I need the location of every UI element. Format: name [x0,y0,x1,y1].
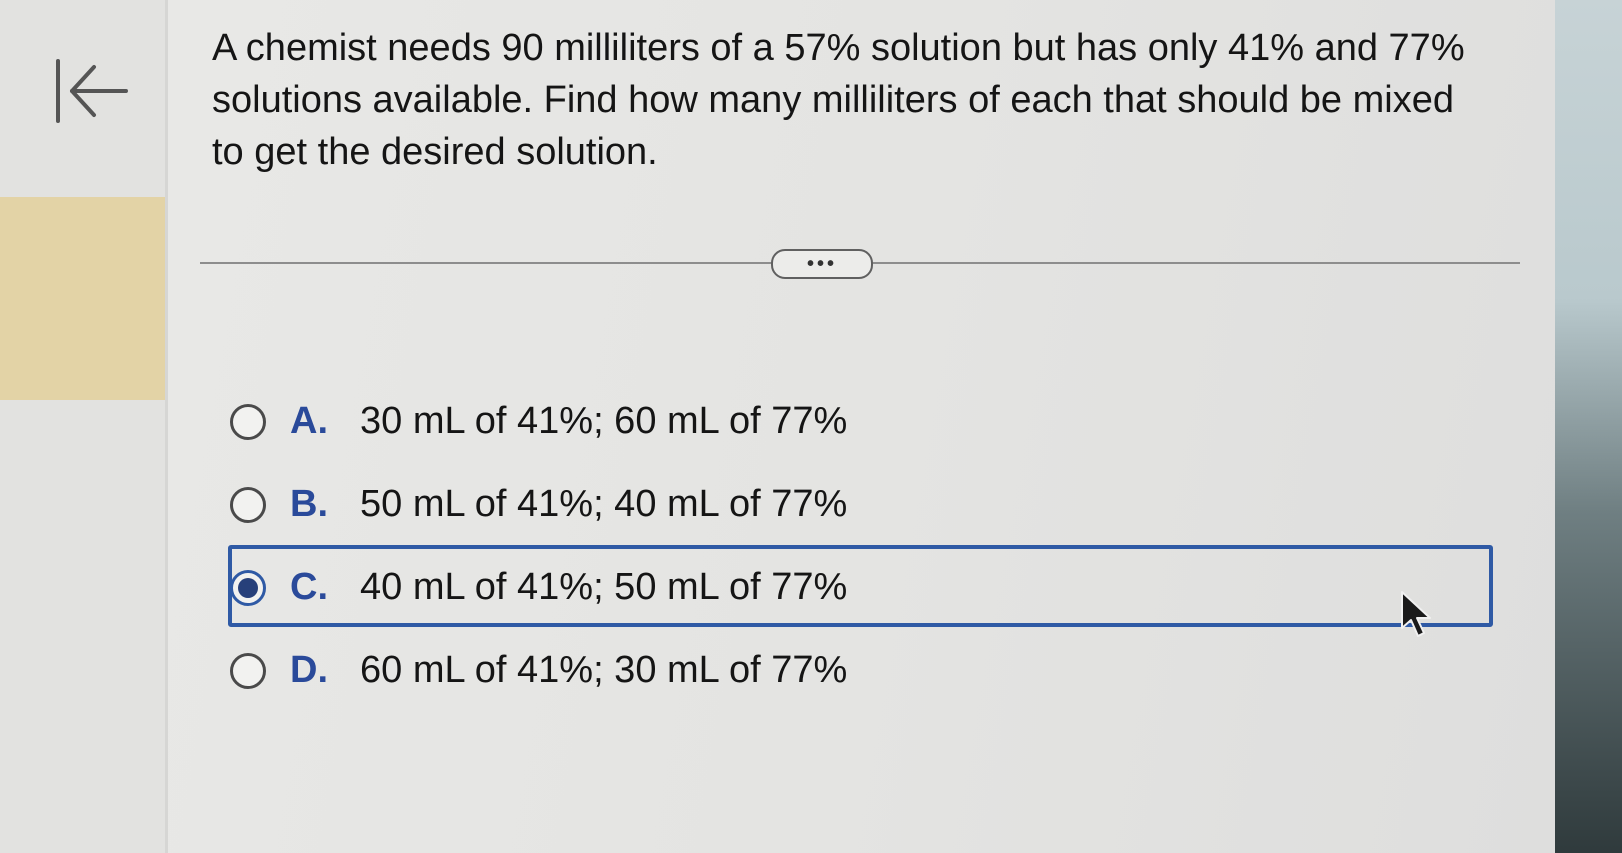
rail-highlight [0,197,165,400]
option-text: 60 mL of 41%; 30 mL of 77% [360,649,848,691]
answer-options: A. 30 mL of 41%; 60 mL of 77% B. 50 mL o… [225,380,1505,712]
show-more-button[interactable]: ••• [771,249,873,279]
radio-selected-dot [238,577,258,598]
option-b[interactable]: B. 50 mL of 41%; 40 mL of 77% [225,463,1505,546]
option-a[interactable]: A. 30 mL of 41%; 60 mL of 77% [225,380,1505,463]
option-d[interactable]: D. 60 mL of 41%; 30 mL of 77% [225,629,1505,712]
option-text: 30 mL of 41%; 60 mL of 77% [360,400,848,442]
back-to-start-icon [56,59,128,123]
option-letter: B. [290,483,328,525]
option-letter: D. [290,649,328,691]
radio-button[interactable] [230,486,266,523]
option-c[interactable]: C. 40 mL of 41%; 50 mL of 77% [225,545,1505,629]
radio-button[interactable] [230,652,266,689]
radio-button-selected[interactable] [230,569,266,606]
screen: A chemist needs 90 milliliters of a 57% … [0,0,1560,853]
option-text: 50 mL of 41%; 40 mL of 77% [360,483,848,525]
back-to-start-button[interactable] [48,55,132,127]
option-text: 40 mL of 41%; 50 mL of 77% [360,566,848,608]
left-rail [0,0,168,853]
photo-background-edge [1555,0,1622,853]
option-letter: C. [290,566,328,608]
mouse-pointer-icon [1401,591,1431,637]
question-text: A chemist needs 90 milliliters of a 57% … [212,27,1465,173]
radio-button[interactable] [230,403,266,440]
option-letter: A. [290,400,328,442]
